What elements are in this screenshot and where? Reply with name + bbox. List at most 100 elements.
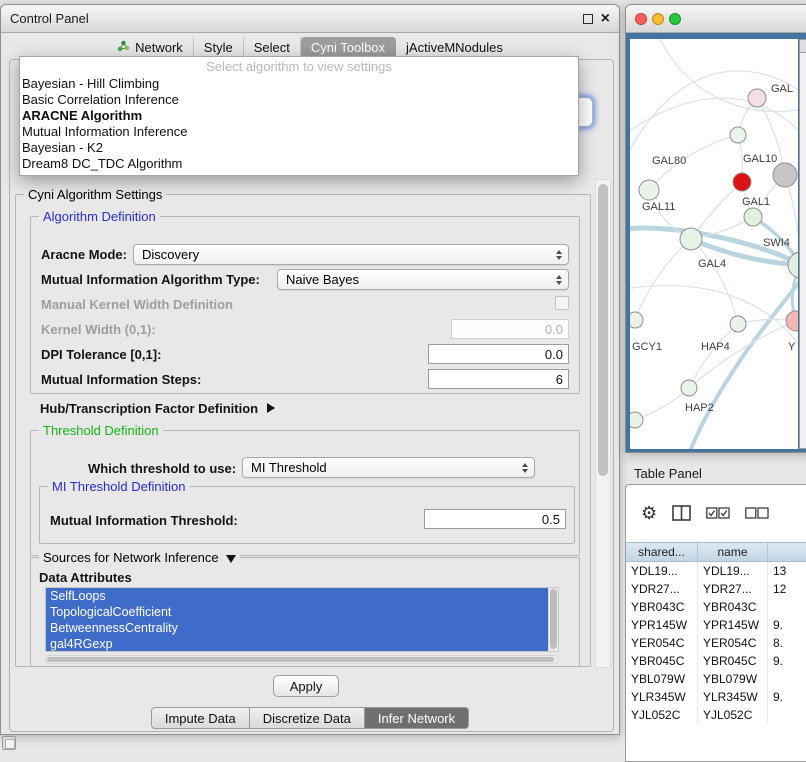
cyni-algorithm-settings-title: Cyni Algorithm Settings: [24, 187, 166, 202]
table-row[interactable]: YLR345WYLR345W9.: [626, 688, 806, 706]
traffic-light-yellow[interactable]: [652, 13, 664, 25]
float-icon[interactable]: [583, 14, 593, 24]
gear-icon[interactable]: ⚙: [641, 504, 657, 522]
column-header[interactable]: shared...: [626, 543, 698, 561]
desktop: Control Panel × NetworkStyleSelectCyni T…: [0, 0, 806, 762]
attributes-horizontal-scrollbar[interactable]: [45, 655, 559, 664]
sources-toggle[interactable]: Sources for Network Inference: [39, 550, 240, 565]
close-icon[interactable]: ×: [601, 13, 610, 25]
network-edge[interactable]: [635, 388, 689, 420]
cyni-algorithm-settings-group: Cyni Algorithm Settings Algorithm Defini…: [15, 194, 591, 667]
unchecked-boxes-icon[interactable]: [745, 507, 769, 520]
network-node[interactable]: [733, 173, 751, 191]
network-node[interactable]: [630, 312, 643, 328]
table-row[interactable]: YBL079WYBL079W: [626, 670, 806, 688]
table-row[interactable]: YDR27...YDR27...12: [626, 580, 806, 598]
network-graph[interactable]: GALGAL80GAL10GAL11GAL1SWI4GAL4GCY1HAP4YH…: [630, 39, 798, 449]
traffic-light-green[interactable]: [669, 13, 681, 25]
scrollbar-button[interactable]: [800, 40, 806, 53]
network-node[interactable]: [748, 89, 766, 107]
algorithm-definition-title: Algorithm Definition: [39, 209, 160, 224]
chevron-updown-icon: [522, 463, 528, 473]
table-cell: 13: [768, 562, 806, 580]
table-cell: 9.: [768, 616, 806, 634]
network-node[interactable]: [786, 311, 798, 331]
network-node[interactable]: [788, 252, 798, 278]
algorithm-dropdown-popup: Select algorithm to view settings Bayesi…: [19, 56, 579, 176]
control-panel-window: Control Panel × NetworkStyleSelectCyni T…: [0, 4, 620, 735]
network-node[interactable]: [639, 180, 659, 200]
mi-threshold-field[interactable]: [424, 509, 566, 529]
attribute-item[interactable]: SelfLoops: [46, 588, 548, 604]
table-header-row: shared...name: [626, 542, 806, 562]
tab-network[interactable]: Network: [107, 37, 194, 58]
bottom-tab-discretize-data[interactable]: Discretize Data: [250, 707, 365, 729]
network-node[interactable]: [744, 208, 762, 226]
network-node[interactable]: [680, 228, 702, 250]
tab-select[interactable]: Select: [244, 37, 301, 58]
hub-section-toggle[interactable]: Hub/Transcription Factor Definition: [40, 401, 275, 416]
table-cell: YBR045C: [698, 652, 768, 670]
network-canvas[interactable]: GALGAL80GAL10GAL11GAL1SWI4GAL4GCY1HAP4YH…: [630, 39, 798, 449]
table-row[interactable]: YJL052CYJL052C: [626, 706, 806, 724]
network-node[interactable]: [630, 412, 643, 428]
network-node[interactable]: [681, 380, 697, 396]
dpi-tolerance-field[interactable]: [428, 344, 569, 364]
node-label: GAL80: [652, 155, 686, 167]
bottom-tab-impute-data[interactable]: Impute Data: [151, 707, 250, 729]
tab-jactivemnodules[interactable]: jActiveMNodules: [396, 37, 513, 58]
settings-vertical-scrollbar[interactable]: [595, 179, 611, 668]
attribute-item[interactable]: BetweennessCentrality: [46, 620, 548, 636]
tab-cyni-toolbox[interactable]: Cyni Toolbox: [301, 37, 396, 58]
mi-steps-field[interactable]: [428, 369, 569, 389]
table-row[interactable]: YPR145WYPR145W9.: [626, 616, 806, 634]
hub-section-label: Hub/Transcription Factor Definition: [40, 401, 258, 416]
kernel-width-field[interactable]: [451, 319, 569, 339]
tab-style[interactable]: Style: [194, 37, 244, 58]
table-row[interactable]: YBR043CYBR043C: [626, 598, 806, 616]
table-row[interactable]: YDL19...YDL19...13: [626, 562, 806, 580]
network-node[interactable]: [730, 316, 746, 332]
expanded-arrow-icon: [226, 555, 236, 563]
panel-grip-icon[interactable]: [2, 736, 16, 750]
attribute-item[interactable]: TopologicalCoefficient: [46, 604, 548, 620]
network-edge[interactable]: [660, 39, 798, 111]
algorithm-option[interactable]: ARACNE Algorithm: [20, 108, 578, 124]
table-row[interactable]: YBR045CYBR045C9.: [626, 652, 806, 670]
network-edge[interactable]: [690, 279, 798, 449]
network-edge[interactable]: [635, 239, 691, 320]
algorithm-option[interactable]: Mutual Information Inference: [20, 124, 578, 140]
network-node[interactable]: [773, 163, 797, 187]
control-panel-titlebar[interactable]: Control Panel ×: [1, 5, 619, 33]
algorithm-option[interactable]: Basic Correlation Inference: [20, 92, 578, 108]
table-cell: 12: [768, 580, 806, 598]
node-label: Y: [788, 341, 796, 353]
which-threshold-select[interactable]: MI Threshold: [242, 457, 535, 478]
traffic-light-red[interactable]: [635, 13, 647, 25]
columns-icon[interactable]: [672, 505, 691, 521]
scrollbar-thumb[interactable]: [598, 184, 608, 476]
mi-type-select[interactable]: Naive Bayes: [277, 269, 569, 290]
network-node[interactable]: [730, 127, 746, 143]
checked-boxes-icon[interactable]: [706, 507, 730, 520]
attributes-vertical-scrollbar[interactable]: [548, 588, 558, 651]
column-header[interactable]: [768, 543, 806, 561]
data-attributes-list[interactable]: SelfLoopsTopologicalCoefficientBetweenne…: [45, 587, 559, 652]
table-row[interactable]: YER054CYER054C8.: [626, 634, 806, 652]
apply-button[interactable]: Apply: [273, 675, 339, 697]
network-window-titlebar[interactable]: [626, 5, 806, 33]
table-body: YDL19...YDL19...13YDR27...YDR27...12YBR0…: [626, 562, 806, 761]
attribute-item[interactable]: gal4RGexp: [46, 636, 548, 652]
column-header[interactable]: name: [698, 543, 768, 561]
chevron-updown-icon: [556, 275, 562, 285]
bottom-tab-infer-network[interactable]: Infer Network: [365, 707, 469, 729]
algorithm-option[interactable]: Bayesian - K2: [20, 140, 578, 156]
algorithm-option-list: Bayesian - Hill ClimbingBasic Correlatio…: [20, 76, 578, 172]
table-cell: YER054C: [698, 634, 768, 652]
manual-kernel-checkbox[interactable]: [555, 296, 569, 310]
aracne-mode-select[interactable]: Discovery: [133, 244, 569, 265]
algorithm-option[interactable]: Dream8 DC_TDC Algorithm: [20, 156, 578, 172]
network-scrollbar[interactable]: [799, 39, 806, 449]
mi-threshold-group-title: MI Threshold Definition: [48, 479, 189, 494]
algorithm-option[interactable]: Bayesian - Hill Climbing: [20, 76, 578, 92]
